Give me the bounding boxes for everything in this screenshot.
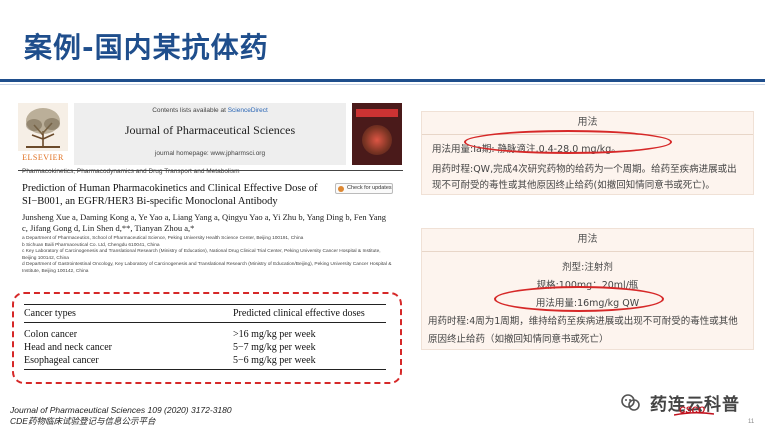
table-rule-bottom [24,369,386,370]
journal-cover-image [352,103,402,165]
title-divider [0,79,765,82]
schedule-line-cont: 现不可耐受的毒性或其他原因终止给药(如撤回知情同意书或死亡)。 [432,180,715,191]
csco-swoosh-icon [674,412,714,416]
table-rule-top [24,304,386,305]
author-affiliations: a Department of Pharmaceutics, School of… [22,236,392,276]
wechat-logo-icon [621,394,640,411]
cancer-type-cell: Head and neck cancer [24,342,112,353]
dose-cell: 5−7 mg/kg per week [233,342,316,353]
slide-title-bar: 案例-国内某抗体药 [0,0,765,92]
article-section: Pharmacokinetics, Pharmacodynamics and D… [22,168,240,175]
panel-header-rule [422,251,753,252]
journal-homepage[interactable]: journal homepage: www.jpharmsci.org [74,150,346,157]
journal-banner: Contents lists available at ScienceDirec… [74,103,346,165]
highlight-ellipse [464,130,672,154]
schedule-line: 用药时程:4周为1周期，维持给药至疾病进展或出现不可耐受的毒性或其他 [428,316,738,327]
cover-band [356,109,398,117]
slide-title: 案例-国内某抗体药 [24,31,269,64]
header-effective-doses: Predicted clinical effective doses [233,308,365,319]
elsevier-wordmark: ELSEVIER [22,153,64,162]
dosage-form-line: 剂型:注射剂 [562,262,613,273]
highlight-ellipse [494,286,664,312]
schedule-line-cont: 原因终止给药（如撤回知情同意书或死亡） [428,334,609,345]
affiliation: d Department of Gastrointestinal Oncolog… [22,262,392,274]
title-divider-thin [0,84,765,85]
header-cancer-types: Cancer types [24,308,76,319]
table-rule-header [24,322,386,323]
update-icon [338,185,344,192]
affiliation: c Key Laboratory of Carcinogenesis and T… [22,249,381,261]
check-updates-label: Check for updates [347,185,392,191]
affiliation: a Department of Pharmaceutics, School of… [22,236,304,241]
cancer-type-cell: Colon cancer [24,329,78,340]
journal-header: ELSEVIER Contents lists available at Sci… [18,103,403,169]
contents-prefix: Contents lists available at [152,107,228,114]
citation-journal: Journal of Pharmaceutical Sciences 109 (… [10,405,232,415]
table-row: Esophageal cancer 5−6 mg/kg per week [24,355,386,368]
sciencedirect-link[interactable]: ScienceDirect [228,107,268,114]
dose-cell: >16 mg/kg per week [233,329,316,340]
table-row: Head and neck cancer 5−7 mg/kg per week [24,342,386,355]
schedule-line: 用药时程:QW,完成4次研究药物的给药为一个周期。给药至疾病进展或出 [432,164,737,175]
table-header-row: Cancer types Predicted clinical effectiv… [24,308,386,321]
journal-name: Journal of Pharmaceutical Sciences [124,123,296,137]
article-title: Prediction of Human Pharmacokinetics and… [22,183,318,207]
page-number: 11 [748,419,755,425]
contents-line: Contents lists available at ScienceDirec… [74,107,346,114]
check-updates-button[interactable]: Check for updates [335,183,393,194]
article-authors: Junsheng Xue a, Daming Kong a, Ye Yao a,… [22,212,387,233]
citation-cde: CDE药物临床试验登记与信息公示平台 [10,416,156,426]
source-citation: Journal of Pharmaceutical Sciences 109 (… [10,405,232,427]
table-row: Colon cancer >16 mg/kg per week [24,329,386,342]
cover-art [362,125,392,155]
panel-header: 用法 [577,234,598,245]
cancer-type-cell: Esophageal cancer [24,355,99,366]
dose-cell: 5−6 mg/kg per week [233,355,316,366]
